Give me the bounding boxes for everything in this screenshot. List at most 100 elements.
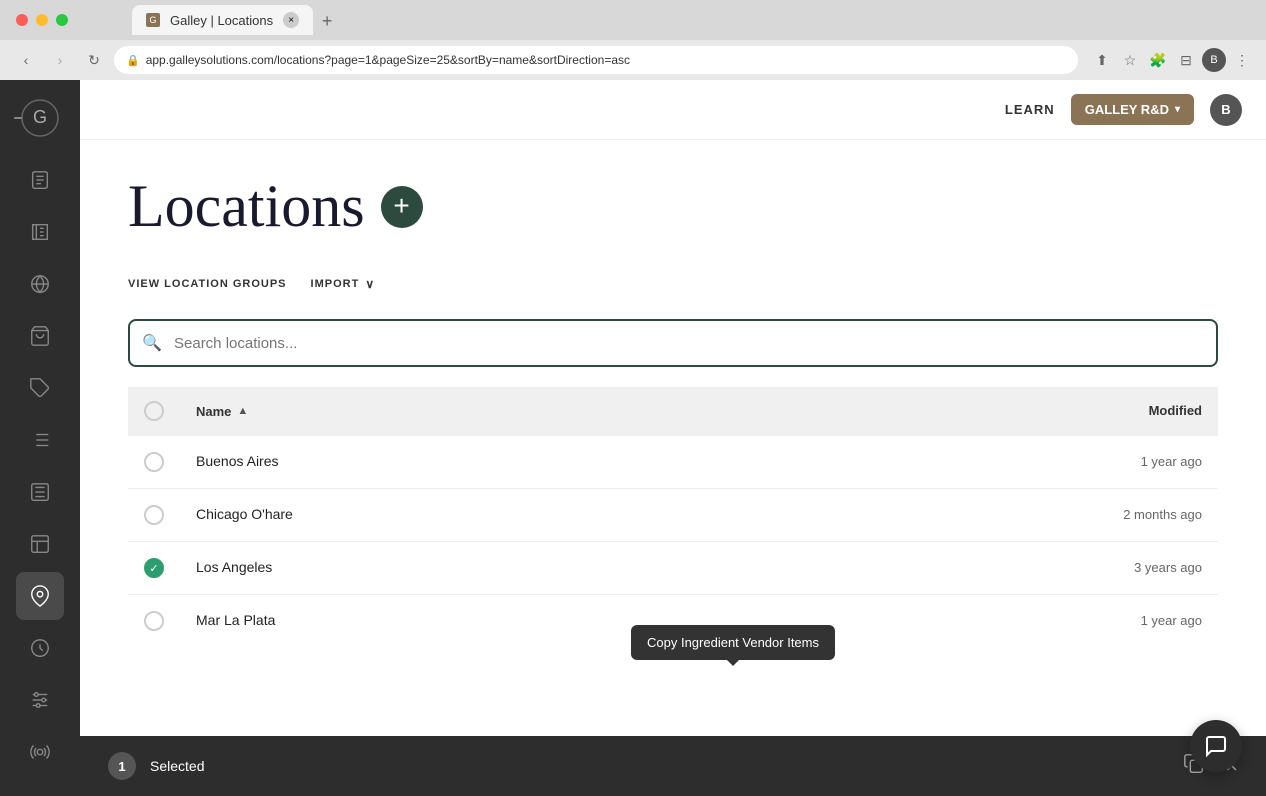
traffic-light-yellow[interactable]: [36, 14, 48, 26]
address-bar-icons: ⬆ ☆ 🧩 ⊟ B ⋮: [1090, 48, 1254, 72]
traffic-light-red[interactable]: [16, 14, 28, 26]
main-content: LEARN GALLEY R&D ▾ B Locations + VIEW LO…: [80, 80, 1266, 796]
sidebar-item-menus[interactable]: [16, 468, 64, 516]
location-modified-4: 1 year ago: [1141, 613, 1202, 628]
signal-icon: [29, 741, 51, 763]
import-label: IMPORT: [311, 278, 360, 290]
table-row: Chicago O'hare 2 months ago: [128, 489, 1218, 542]
address-field[interactable]: 🔒 app.galleysolutions.com/locations?page…: [114, 46, 1078, 74]
page-title: Locations: [128, 172, 365, 241]
bookmark-icon[interactable]: ☆: [1118, 48, 1142, 72]
import-chevron-icon: ∨: [365, 277, 375, 291]
location-icon: [29, 585, 51, 607]
lock-icon: 🔒: [126, 54, 140, 67]
nav-forward-button[interactable]: ›: [46, 46, 74, 74]
address-bar: ‹ › ↻ 🔒 app.galleysolutions.com/location…: [0, 40, 1266, 80]
menus-icon: [29, 481, 51, 503]
location-modified-3: 3 years ago: [1134, 560, 1202, 575]
row-checkbox-4[interactable]: [144, 611, 164, 631]
ingredient-icon: [29, 169, 51, 191]
sidebar-item-reports[interactable]: [16, 520, 64, 568]
orders-icon: [29, 429, 51, 451]
location-name-2[interactable]: Chicago O'hare: [196, 506, 293, 522]
table-row: Buenos Aires 1 year ago: [128, 436, 1218, 489]
sidebar-item-tags[interactable]: [16, 364, 64, 412]
selection-label: Selected: [150, 758, 204, 774]
import-button[interactable]: IMPORT ∨: [311, 269, 376, 299]
workspace-button[interactable]: GALLEY R&D ▾: [1071, 94, 1194, 125]
modified-col-label: Modified: [1149, 403, 1202, 418]
location-name-4[interactable]: Mar La Plata: [196, 612, 275, 628]
traffic-light-green[interactable]: [56, 14, 68, 26]
profile-icon[interactable]: B: [1202, 48, 1226, 72]
learn-button[interactable]: LEARN: [1005, 102, 1055, 117]
table-row: ✓ Los Angeles 3 years ago: [128, 542, 1218, 595]
toolbar: VIEW LOCATION GROUPS IMPORT ∨: [128, 269, 1218, 299]
user-avatar[interactable]: B: [1210, 94, 1242, 126]
sidebar-item-globe[interactable]: [16, 260, 64, 308]
top-bar: LEARN GALLEY R&D ▾ B: [80, 80, 1266, 140]
row-checkbox-2[interactable]: [144, 505, 164, 525]
sidebar-logo[interactable]: G: [18, 96, 62, 140]
tooltip-text: Copy Ingredient Vendor Items: [647, 635, 819, 650]
share-icon[interactable]: ⬆: [1090, 48, 1114, 72]
sidebar-item-recipes[interactable]: [16, 208, 64, 256]
nav-back-button[interactable]: ‹: [12, 46, 40, 74]
tab-favicon: G: [146, 13, 160, 27]
copy-vendor-items-tooltip: Copy Ingredient Vendor Items: [631, 625, 835, 660]
row-checkbox-3[interactable]: ✓: [144, 558, 164, 578]
svg-text:G: G: [33, 107, 47, 127]
view-location-groups-button[interactable]: VIEW LOCATION GROUPS: [128, 270, 287, 298]
tab-close-button[interactable]: ×: [283, 12, 299, 28]
page-header: Locations +: [128, 172, 1218, 241]
page-content: Locations + VIEW LOCATION GROUPS IMPORT …: [80, 140, 1266, 736]
sidebar-item-ingredients[interactable]: [16, 156, 64, 204]
name-col-label: Name: [196, 404, 231, 419]
recipe-icon: [29, 221, 51, 243]
search-container: 🔍: [128, 319, 1218, 367]
chat-button[interactable]: [1190, 720, 1242, 772]
location-modified-2: 2 months ago: [1123, 507, 1202, 522]
sidebar-item-dining[interactable]: [16, 624, 64, 672]
adjustments-icon: [29, 689, 51, 711]
row-checkbox-1[interactable]: [144, 452, 164, 472]
locations-table: Name ▲ Modified: [128, 387, 1218, 647]
dining-icon: [29, 637, 51, 659]
reports-icon: [29, 533, 51, 555]
name-column-header[interactable]: Name ▲: [196, 404, 1002, 419]
sidebar-toggle-icon[interactable]: ⊟: [1174, 48, 1198, 72]
chat-icon: [1204, 734, 1228, 758]
menu-icon[interactable]: ⋮: [1230, 48, 1254, 72]
location-name-3[interactable]: Los Angeles: [196, 559, 272, 575]
sidebar-item-signal[interactable]: [16, 728, 64, 776]
search-icon: 🔍: [142, 333, 162, 353]
sort-arrow-icon: ▲: [237, 405, 248, 417]
select-all-checkbox[interactable]: [144, 401, 164, 421]
workspace-chevron-icon: ▾: [1175, 104, 1180, 115]
globe-icon: [29, 273, 51, 295]
add-icon: +: [393, 192, 409, 220]
sidebar-item-locations[interactable]: [16, 572, 64, 620]
product-icon: [29, 325, 51, 347]
sidebar-item-orders[interactable]: [16, 416, 64, 464]
add-location-button[interactable]: +: [381, 186, 423, 228]
selection-bar: 1 Selected ×: [80, 736, 1266, 796]
tag-icon: [29, 377, 51, 399]
workspace-label: GALLEY R&D: [1085, 102, 1169, 117]
galley-logo-icon: G: [21, 99, 59, 137]
app-container: G: [0, 80, 1266, 796]
sidebar-item-adjustments[interactable]: [16, 676, 64, 724]
location-name-1[interactable]: Buenos Aires: [196, 453, 279, 469]
url-text: app.galleysolutions.com/locations?page=1…: [146, 53, 630, 67]
table-header: Name ▲ Modified: [128, 387, 1218, 436]
search-input[interactable]: [128, 319, 1218, 367]
nav-refresh-button[interactable]: ↻: [80, 46, 108, 74]
sidebar-item-products[interactable]: [16, 312, 64, 360]
new-tab-button[interactable]: +: [313, 7, 341, 35]
browser-titlebar: G Galley | Locations × +: [0, 0, 1266, 40]
table-body: Buenos Aires 1 year ago Chicago O'hare: [128, 436, 1218, 648]
browser-tab[interactable]: G Galley | Locations ×: [132, 5, 313, 35]
location-modified-1: 1 year ago: [1141, 454, 1202, 469]
extensions-icon[interactable]: 🧩: [1146, 48, 1170, 72]
tab-title: Galley | Locations: [170, 13, 273, 28]
